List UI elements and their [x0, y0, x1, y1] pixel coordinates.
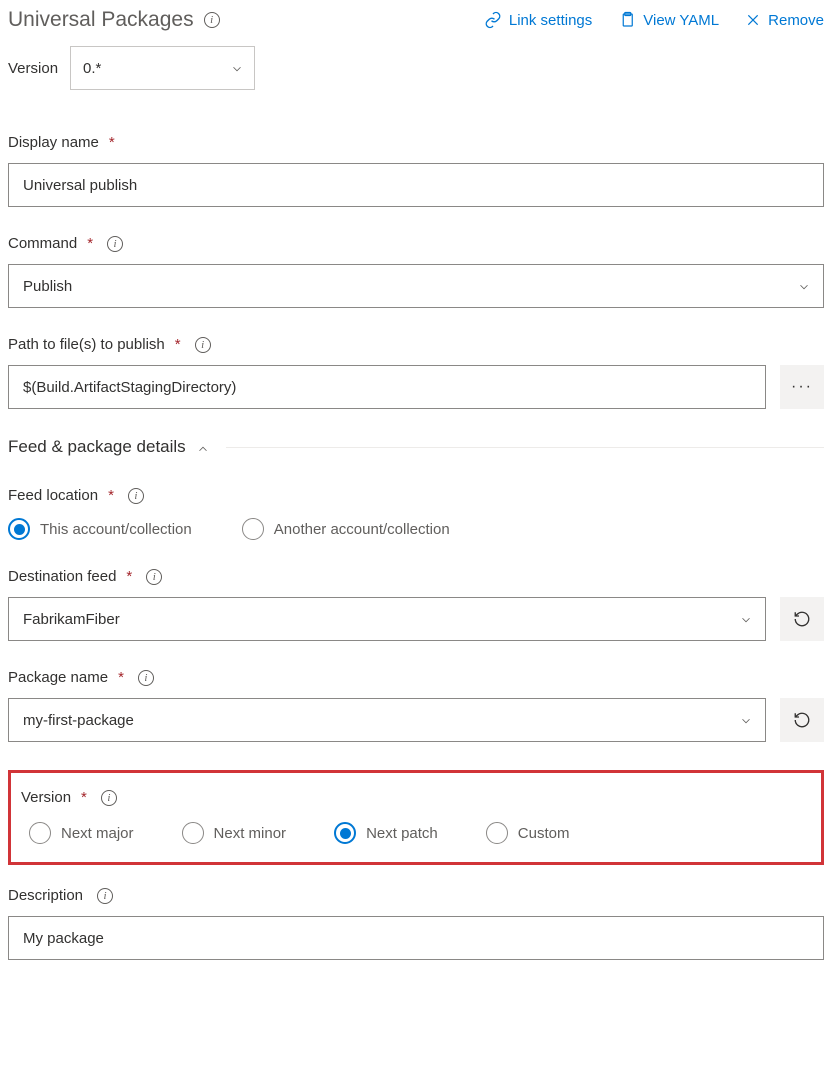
feed-location-another-option[interactable]: Another account/collection — [242, 518, 450, 540]
clipboard-icon — [618, 11, 636, 29]
feed-location-this-label: This account/collection — [40, 521, 192, 538]
chevron-up-icon — [196, 441, 208, 453]
link-settings-label: Link settings — [509, 12, 592, 29]
view-yaml-label: View YAML — [643, 12, 719, 29]
section-feed-package-details[interactable]: Feed & package details — [8, 437, 824, 457]
version-major-option[interactable]: Next major — [29, 822, 134, 844]
feed-location-label: Feed location* — [8, 487, 114, 504]
divider — [226, 447, 824, 448]
destination-feed-label: Destination feed* — [8, 568, 132, 585]
display-name-input[interactable] — [8, 163, 824, 207]
description-label: Description — [8, 887, 83, 904]
path-input[interactable] — [8, 365, 766, 409]
chevron-down-icon — [797, 280, 809, 292]
command-value: Publish — [23, 278, 72, 295]
page-title: Universal Packages — [8, 8, 194, 32]
remove-action[interactable]: Remove — [745, 12, 824, 29]
radio-icon — [182, 822, 204, 844]
version-custom-label: Custom — [518, 825, 570, 842]
info-icon[interactable]: i — [146, 569, 162, 585]
feed-location-another-label: Another account/collection — [274, 521, 450, 538]
close-icon — [745, 12, 761, 28]
version-minor-option[interactable]: Next minor — [182, 822, 287, 844]
radio-selected-icon — [334, 822, 356, 844]
description-input[interactable] — [8, 916, 824, 960]
refresh-icon — [793, 711, 811, 729]
feed-location-this-option[interactable]: This account/collection — [8, 518, 192, 540]
refresh-button[interactable] — [780, 597, 824, 641]
chevron-down-icon — [230, 62, 242, 74]
info-icon[interactable]: i — [138, 670, 154, 686]
version-patch-label: Next patch — [366, 825, 438, 842]
destination-feed-value: FabrikamFiber — [23, 611, 120, 628]
refresh-icon — [793, 610, 811, 628]
section-title: Feed & package details — [8, 437, 186, 457]
path-label: Path to file(s) to publish* — [8, 336, 181, 353]
version-highlight-box: Version* i Next major Next minor Next pa… — [8, 770, 824, 865]
remove-label: Remove — [768, 12, 824, 29]
browse-button[interactable]: ··· — [780, 365, 824, 409]
link-settings-action[interactable]: Link settings — [484, 11, 592, 29]
ellipsis-icon: ··· — [791, 378, 813, 396]
info-icon[interactable]: i — [195, 337, 211, 353]
display-name-label: Display name* — [8, 134, 115, 151]
command-label: Command* — [8, 235, 93, 252]
command-select[interactable]: Publish — [8, 264, 824, 308]
link-icon — [484, 11, 502, 29]
radio-selected-icon — [8, 518, 30, 540]
version-patch-option[interactable]: Next patch — [334, 822, 438, 844]
version-custom-option[interactable]: Custom — [486, 822, 570, 844]
chevron-down-icon — [739, 714, 751, 726]
package-name-label: Package name* — [8, 669, 124, 686]
info-icon[interactable]: i — [128, 488, 144, 504]
version-major-label: Next major — [61, 825, 134, 842]
refresh-button[interactable] — [780, 698, 824, 742]
version-top-select[interactable]: 0.* — [70, 46, 255, 90]
info-icon[interactable]: i — [204, 12, 220, 28]
version-label: Version* — [21, 789, 87, 806]
radio-icon — [29, 822, 51, 844]
view-yaml-action[interactable]: View YAML — [618, 11, 719, 29]
info-icon[interactable]: i — [97, 888, 113, 904]
version-top-label: Version — [8, 60, 58, 77]
version-minor-label: Next minor — [214, 825, 287, 842]
version-top-value: 0.* — [83, 60, 101, 77]
package-name-select[interactable]: my-first-package — [8, 698, 766, 742]
package-name-value: my-first-package — [23, 712, 134, 729]
radio-icon — [242, 518, 264, 540]
radio-icon — [486, 822, 508, 844]
info-icon[interactable]: i — [101, 790, 117, 806]
chevron-down-icon — [739, 613, 751, 625]
destination-feed-select[interactable]: FabrikamFiber — [8, 597, 766, 641]
info-icon[interactable]: i — [107, 236, 123, 252]
